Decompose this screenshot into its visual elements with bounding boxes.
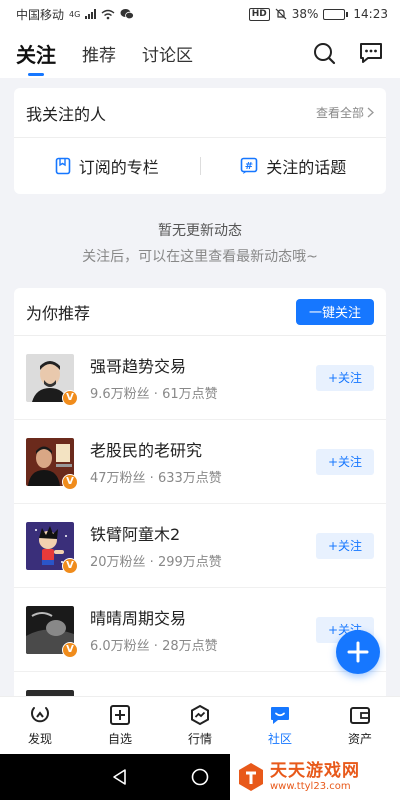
network-type: 4G xyxy=(69,9,81,19)
user-stats: 47万粉丝 · 633万点赞 xyxy=(90,471,222,486)
discover-icon xyxy=(31,707,49,723)
nav-community[interactable]: 社区 xyxy=(240,697,320,754)
signal-icon xyxy=(85,9,97,19)
watermark-logo-icon xyxy=(239,763,263,791)
tab-recommend[interactable]: 推荐 xyxy=(82,41,116,66)
wechat-icon xyxy=(120,9,135,20)
tab-following[interactable]: 关注 xyxy=(16,39,56,68)
follow-button[interactable]: +关注 xyxy=(316,532,374,559)
watermark-url: www.ttyl23.com xyxy=(270,780,351,792)
clock: 14:23 xyxy=(353,7,388,21)
carrier-name: 中国移动 xyxy=(16,7,65,22)
plus-icon xyxy=(347,641,369,663)
battery-percent: 38% xyxy=(291,7,319,21)
watermark: 天天游戏网 www.ttyl23.com xyxy=(230,754,400,800)
home-icon[interactable] xyxy=(191,768,209,786)
verified-badge: V xyxy=(62,557,78,574)
recommend-title: 为你推荐 xyxy=(26,303,91,323)
verified-badge: V xyxy=(62,641,78,658)
user-name: 老股民的老研究 xyxy=(90,441,203,460)
nav-discover-label: 发现 xyxy=(27,732,52,746)
follow-button[interactable]: +关注 xyxy=(316,448,374,475)
status-bar: 中国移动 4G HD 38% 14:23 xyxy=(0,0,400,28)
wallet-icon xyxy=(350,707,370,724)
user-stats: 20万粉丝 · 299万点赞 xyxy=(90,555,222,570)
bottom-nav: 发现 自选 行情 社区 资产 xyxy=(0,696,400,754)
watermark-title: 天天游戏网 xyxy=(270,761,360,782)
follow-button[interactable]: +关注 xyxy=(316,364,374,391)
following-title: 我关注的人 xyxy=(26,104,107,124)
tab-discussion[interactable]: 讨论区 xyxy=(142,41,193,66)
hd-icon: HD xyxy=(248,7,270,21)
user-name: 铁臂阿童木2 xyxy=(90,525,181,544)
nav-community-label: 社区 xyxy=(267,732,292,746)
nav-market[interactable]: 行情 xyxy=(160,697,240,754)
subscribed-columns-link[interactable]: 订阅的专栏 xyxy=(14,154,200,178)
verified-badge: V xyxy=(62,473,78,490)
nav-watchlist[interactable]: 自选 xyxy=(80,697,160,754)
followed-topics-link[interactable]: # 关注的话题 xyxy=(201,154,387,178)
nav-assets-label: 资产 xyxy=(347,732,372,746)
user-stats: 6.0万粉丝 · 28万点赞 xyxy=(90,639,218,654)
recommend-card: 为你推荐 一键关注 V 强哥趋势交易 9.6万粉丝 · 61万点赞 +关注 V … xyxy=(14,288,386,708)
search-icon[interactable] xyxy=(312,41,336,65)
followed-topics-label: 关注的话题 xyxy=(266,158,347,177)
wifi-icon xyxy=(101,9,115,19)
bookmark-icon xyxy=(55,157,71,175)
nav-watchlist-label: 自选 xyxy=(107,732,132,746)
following-card: 我关注的人 查看全部 订阅的专栏 # 关注的话题 xyxy=(14,88,386,194)
view-all-label: 查看全部 xyxy=(315,106,364,120)
mute-bell-icon xyxy=(275,8,287,20)
add-watchlist-icon xyxy=(110,705,130,725)
empty-state: 暂无更新动态 关注后，可以在这里查看最新动态哦~ xyxy=(0,220,400,266)
battery-icon xyxy=(323,8,349,20)
list-item[interactable]: V 老股民的老研究 47万粉丝 · 633万点赞 +关注 xyxy=(14,420,386,504)
hashtag-icon: # xyxy=(240,157,258,174)
subscribed-columns-label: 订阅的专栏 xyxy=(78,158,159,177)
community-icon xyxy=(271,707,289,724)
user-stats: 9.6万粉丝 · 61万点赞 xyxy=(90,387,218,402)
list-item[interactable]: V 晴晴周期交易 6.0万粉丝 · 28万点赞 +关注 xyxy=(14,588,386,672)
chevron-right-icon xyxy=(367,107,374,118)
view-all-link[interactable]: 查看全部 xyxy=(316,104,374,121)
market-icon xyxy=(191,704,209,726)
follow-all-button[interactable]: 一键关注 xyxy=(296,298,374,325)
list-item[interactable]: V 铁臂阿童木2 20万粉丝 · 299万点赞 +关注 xyxy=(14,504,386,588)
nav-assets[interactable]: 资产 xyxy=(320,697,400,754)
nav-discover[interactable]: 发现 xyxy=(0,697,80,754)
message-icon[interactable] xyxy=(358,41,384,65)
verified-badge: V xyxy=(62,389,78,406)
empty-subtitle: 关注后，可以在这里查看最新动态哦~ xyxy=(82,249,318,265)
nav-market-label: 行情 xyxy=(187,732,212,746)
list-item[interactable]: V 强哥趋势交易 9.6万粉丝 · 61万点赞 +关注 xyxy=(14,336,386,420)
top-nav: 关注 推荐 讨论区 xyxy=(0,28,400,78)
user-name: 强哥趋势交易 xyxy=(90,357,187,376)
back-icon[interactable] xyxy=(111,768,129,786)
user-name: 晴晴周期交易 xyxy=(90,609,187,628)
empty-title: 暂无更新动态 xyxy=(158,223,242,239)
create-post-button[interactable] xyxy=(336,630,380,674)
svg-text:#: # xyxy=(245,161,253,172)
